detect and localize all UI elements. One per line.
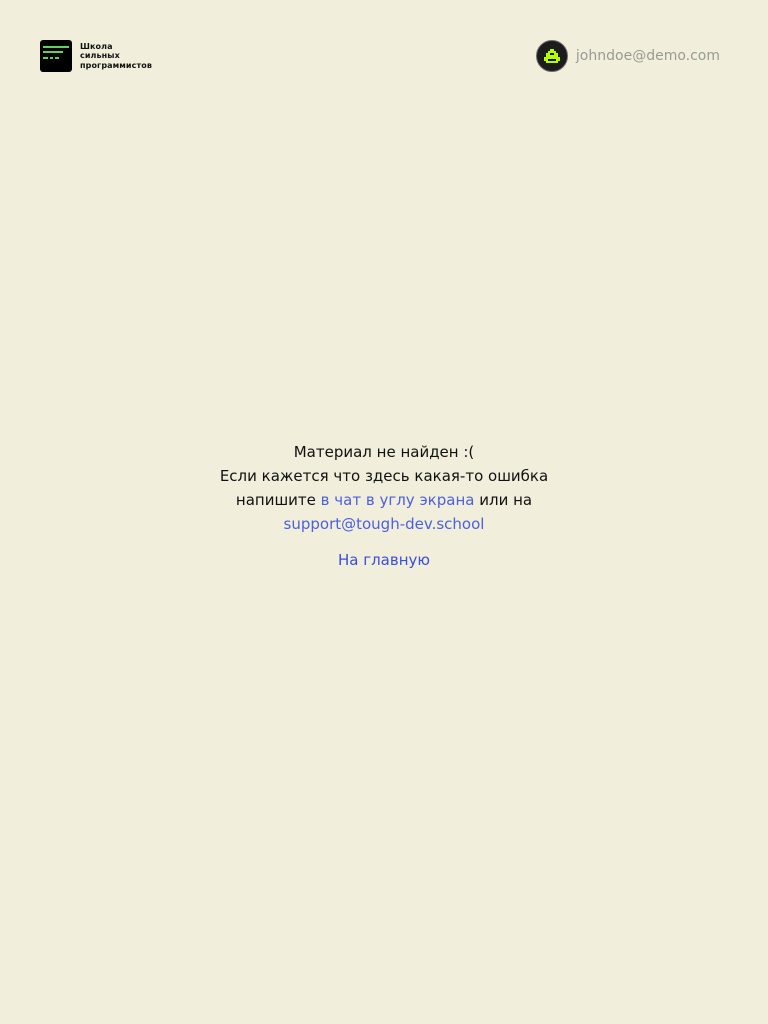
user-menu[interactable]: johndoe@demo.com <box>535 40 720 72</box>
support-email-link[interactable]: support@tough-dev.school <box>284 515 485 533</box>
logo-link[interactable]: Школа сильных программистов <box>40 40 152 72</box>
home-button[interactable]: На главную <box>338 548 430 572</box>
avatar[interactable] <box>535 40 568 72</box>
logo-icon <box>40 40 72 72</box>
pixel-invader-icon <box>543 49 560 63</box>
not-found-title: Материал не найден :( <box>293 443 475 461</box>
logo-text-line3: программистов <box>80 60 152 70</box>
not-found-description: Если кажется что здесь какая-то ошибка н… <box>194 464 574 536</box>
user-email[interactable]: johndoe@demo.com <box>576 48 720 64</box>
header: Школа сильных программистов johndoe@demo… <box>40 40 720 72</box>
description-text-middle: или на <box>479 491 533 509</box>
chat-link[interactable]: в чат в углу экрана <box>321 491 475 509</box>
logo-text: Школа сильных программистов <box>80 42 152 71</box>
not-found-message: Материал не найден :( Если кажется что з… <box>0 440 768 572</box>
logo-text-line2: сильных <box>80 51 120 61</box>
logo-text-line1: Школа <box>80 41 113 51</box>
